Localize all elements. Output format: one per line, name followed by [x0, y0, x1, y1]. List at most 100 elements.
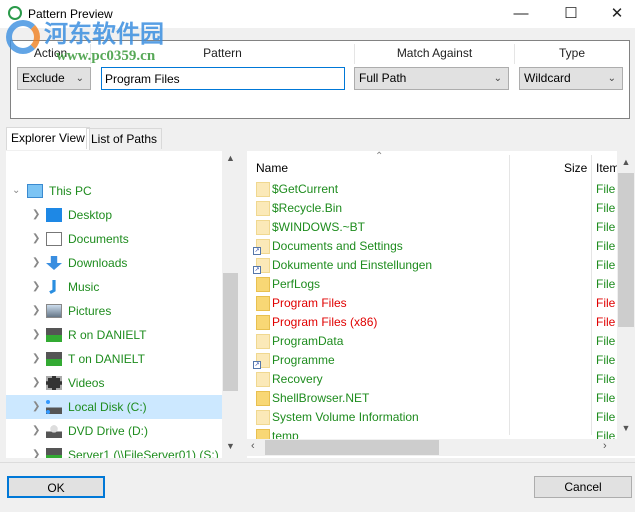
file-name: PerfLogs	[272, 277, 321, 291]
tree-item[interactable]: ❯ Server1 (\\FileServer01) (S:)	[6, 443, 222, 458]
scroll-thumb[interactable]	[223, 273, 238, 391]
scroll-right-arrow-icon[interactable]: ›	[603, 440, 607, 452]
chevron-right-icon[interactable]: ❯	[32, 275, 40, 299]
sort-ascending-icon: ⌃	[375, 151, 384, 162]
chevron-down-icon[interactable]: ⌄	[12, 179, 20, 203]
chevron-right-icon[interactable]: ❯	[32, 227, 40, 251]
tab-list-of-paths[interactable]: List of Paths	[86, 128, 163, 149]
tree-vertical-scrollbar[interactable]: ▲ ▼	[222, 151, 239, 458]
chevron-right-icon[interactable]: ❯	[32, 443, 40, 458]
file-type: File	[596, 410, 616, 424]
file-type: File	[596, 334, 616, 348]
match-against-select[interactable]: Full Path ⌄	[354, 67, 509, 90]
list-horizontal-scrollbar[interactable]: ‹ ›	[247, 439, 635, 456]
divider	[0, 462, 635, 463]
tree-item-label: This PC	[49, 184, 92, 198]
maximize-button[interactable]: ☐	[548, 0, 594, 28]
list-item[interactable]: $WINDOWS.~BT File	[247, 218, 617, 237]
scroll-up-arrow-icon[interactable]: ▲	[617, 157, 635, 167]
scroll-left-arrow-icon[interactable]: ‹	[251, 440, 255, 452]
tree-item-label: T on DANIELT	[68, 352, 145, 366]
column-header-item-type[interactable]: Item	[596, 161, 619, 175]
list-item[interactable]: $GetCurrent File	[247, 180, 617, 199]
chevron-right-icon[interactable]: ❯	[32, 299, 40, 323]
tree-item[interactable]: ❯ Local Disk (C:)	[6, 395, 222, 419]
scroll-down-arrow-icon[interactable]: ▼	[617, 423, 635, 433]
folder-icon	[256, 334, 270, 349]
chevron-right-icon[interactable]: ❯	[32, 203, 40, 227]
tree-item-this-pc[interactable]: ⌄ This PC	[6, 179, 222, 203]
dvd-drive-icon	[46, 424, 62, 438]
chevron-right-icon[interactable]: ❯	[32, 323, 40, 347]
match-against-value: Full Path	[359, 71, 407, 85]
action-value: Exclude	[22, 71, 65, 85]
tree-item[interactable]: ❯ Pictures	[6, 299, 222, 323]
chevron-down-icon: ⌄	[75, 73, 84, 84]
tree-item[interactable]: ❯ Music	[6, 275, 222, 299]
file-type: File	[596, 182, 616, 196]
file-type: File	[596, 220, 616, 234]
folder-icon	[256, 315, 270, 330]
list-item[interactable]: Recovery File	[247, 370, 617, 389]
minimize-button[interactable]: —	[498, 0, 544, 28]
list-item[interactable]: ShellBrowser.NET File	[247, 389, 617, 408]
tree-item[interactable]: ❯ DVD Drive (D:)	[6, 419, 222, 443]
shortcut-arrow-icon: ↗	[253, 247, 261, 255]
tree-item[interactable]: ❯ Desktop	[6, 203, 222, 227]
file-list: ⌃ Name Size Item $GetCurrent File $Recycle…	[247, 151, 635, 458]
action-select[interactable]: Exclude ⌄	[17, 67, 91, 90]
ok-button[interactable]: OK	[7, 476, 105, 498]
list-item[interactable]: Program Files (x86) File	[247, 313, 617, 332]
file-type: File	[596, 258, 616, 272]
tree-item[interactable]: ❯ Documents	[6, 227, 222, 251]
tree-item[interactable]: ❯ R on DANIELT	[6, 323, 222, 347]
type-select[interactable]: Wildcard ⌄	[519, 67, 623, 90]
app-icon	[8, 6, 22, 20]
file-type: File	[596, 391, 616, 405]
file-name: $Recycle.Bin	[272, 201, 343, 215]
local-disk-icon	[46, 400, 62, 414]
scroll-down-arrow-icon[interactable]: ▼	[222, 441, 239, 451]
desktop-icon	[46, 208, 62, 222]
column-header-match-against: Match Against	[355, 44, 515, 64]
list-item[interactable]: ProgramData File	[247, 332, 617, 351]
list-item[interactable]: ↗ Programme File	[247, 351, 617, 370]
folder-icon	[256, 296, 270, 311]
chevron-right-icon[interactable]: ❯	[32, 395, 40, 419]
file-name: ProgramData	[272, 334, 344, 348]
chevron-right-icon[interactable]: ❯	[32, 419, 40, 443]
tree-item[interactable]: ❯ Downloads	[6, 251, 222, 275]
file-type: File	[596, 277, 616, 291]
list-item[interactable]: System Volume Information File	[247, 408, 617, 427]
list-item[interactable]: ↗ Documents and Settings File	[247, 237, 617, 256]
file-name: Programme	[272, 353, 335, 367]
scroll-thumb[interactable]	[618, 173, 634, 327]
scroll-up-arrow-icon[interactable]: ▲	[222, 153, 239, 163]
tree-item-label: Desktop	[68, 208, 113, 222]
folder-icon	[256, 220, 270, 235]
folder-icon	[256, 182, 270, 197]
close-button[interactable]: ✕	[594, 0, 635, 28]
column-header-size[interactable]: Size	[564, 161, 587, 175]
tree-item[interactable]: ❯ Videos	[6, 371, 222, 395]
network-drive-icon	[46, 448, 62, 458]
list-item[interactable]: PerfLogs File	[247, 275, 617, 294]
cancel-button[interactable]: Cancel	[534, 476, 632, 498]
file-name: $GetCurrent	[272, 182, 339, 196]
tree-item-label: Local Disk (C:)	[68, 400, 147, 414]
tree-item[interactable]: ❯ T on DANIELT	[6, 347, 222, 371]
chevron-right-icon[interactable]: ❯	[32, 251, 40, 275]
list-item[interactable]: $Recycle.Bin File	[247, 199, 617, 218]
chevron-right-icon[interactable]: ❯	[32, 347, 40, 371]
tab-explorer-view[interactable]: Explorer View	[6, 127, 90, 150]
list-vertical-scrollbar[interactable]: ▲ ▼	[617, 151, 635, 439]
column-header-name[interactable]: Name	[256, 161, 288, 175]
chevron-right-icon[interactable]: ❯	[32, 371, 40, 395]
list-item[interactable]: ↗ Dokumente und Einstellungen File	[247, 256, 617, 275]
column-header-type: Type	[558, 46, 585, 60]
scroll-thumb[interactable]	[265, 440, 439, 455]
pattern-input[interactable]	[101, 67, 345, 90]
tree-item-label: R on DANIELT	[68, 328, 147, 342]
list-item[interactable]: Program Files File	[247, 294, 617, 313]
downloads-icon	[46, 256, 62, 270]
